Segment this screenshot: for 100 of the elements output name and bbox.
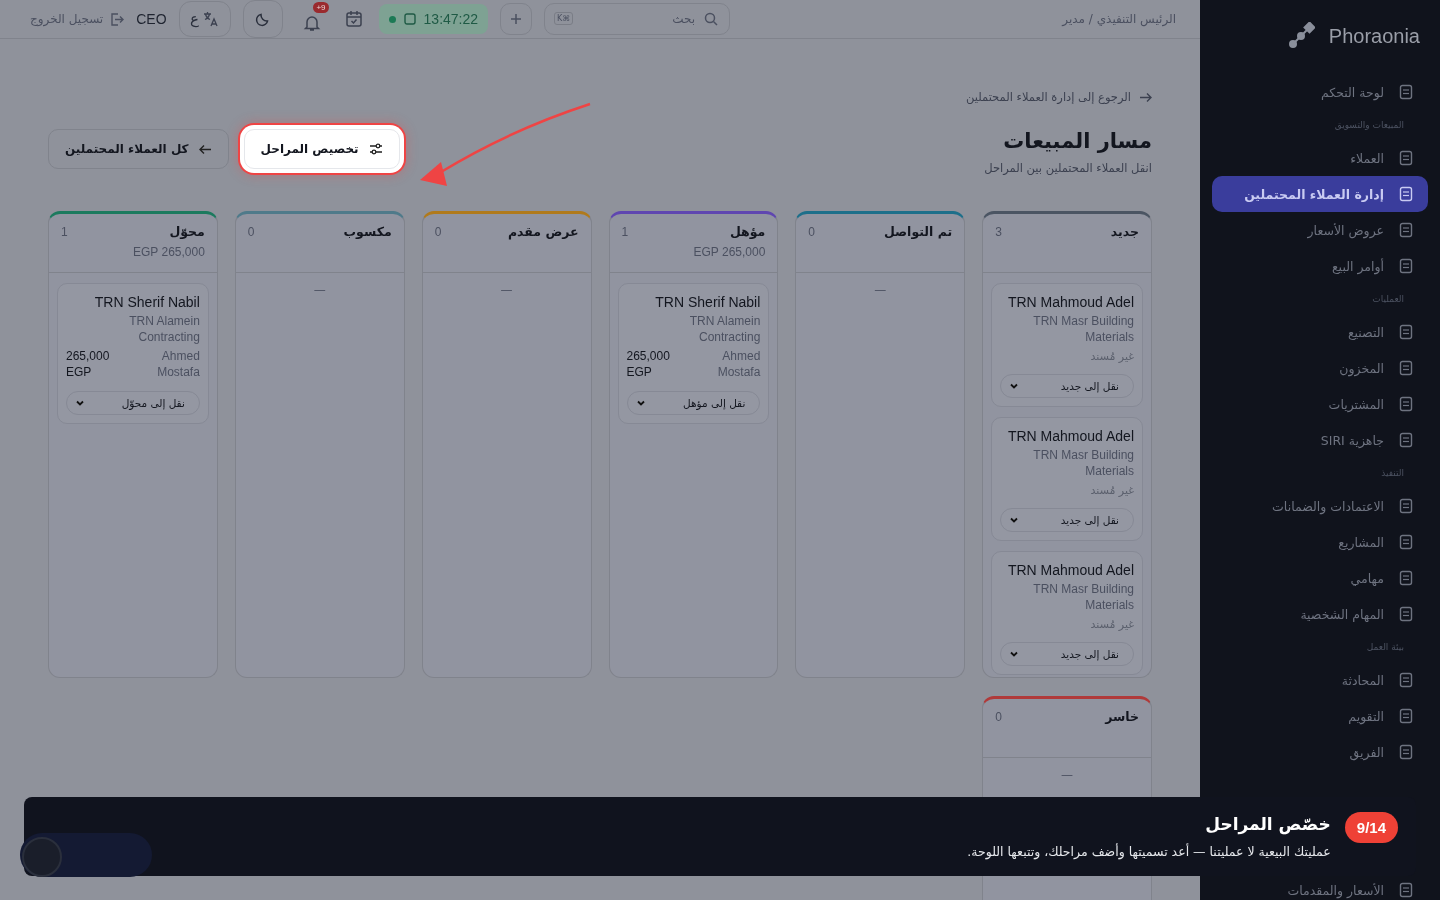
assignee-label: غير مُسند <box>1089 618 1134 631</box>
logo-icon <box>1286 22 1315 50</box>
notifications-button[interactable]: +9 <box>294 2 329 36</box>
page-icon <box>1398 432 1414 448</box>
sidebar-item[interactable]: لوحة التحكم <box>1212 74 1428 110</box>
stage-title: تم التواصل <box>883 224 953 239</box>
stage-count: 3 <box>995 224 1002 239</box>
stage-title: محوّل <box>169 224 205 239</box>
sidebar-item[interactable]: المشاريع <box>1212 524 1428 560</box>
bell-icon <box>302 14 321 32</box>
sidebar-item[interactable]: عروض الأسعار <box>1212 212 1428 248</box>
page-icon <box>1398 534 1414 550</box>
chevron-icon <box>635 398 646 408</box>
page-icon <box>1398 84 1414 100</box>
empty-marker: — <box>1060 768 1075 782</box>
chevron-icon <box>1009 381 1020 391</box>
page-icon <box>1398 570 1414 586</box>
move-select[interactable]: نقل إلى مؤهل <box>626 391 761 415</box>
square-icon <box>403 13 416 25</box>
section-label: بيئة العمل <box>1365 641 1405 654</box>
chevron-icon <box>1009 649 1020 659</box>
page-icon <box>1398 360 1414 376</box>
page-icon <box>1398 150 1414 166</box>
shortcut-hint: K⌘ <box>554 12 574 25</box>
logout-link[interactable]: تسجيل الخروج <box>30 11 125 27</box>
sidebar-item[interactable]: المحادثة <box>1212 662 1428 698</box>
deal-amount: 265,000 EGP <box>626 348 671 380</box>
stage-title: مؤهل <box>729 224 766 239</box>
company-name: TRN Masr Building Materials <box>1032 447 1134 479</box>
sidebar-item[interactable]: أوامر البيع <box>1212 248 1428 284</box>
company-name: TRN Alamein Contracting <box>688 313 761 345</box>
lead-name: TRN Mahmoud Adel <box>1006 428 1134 444</box>
search-icon <box>704 12 719 26</box>
sidebar-item[interactable]: الاعتمادات والضمانات <box>1212 488 1428 524</box>
back-link[interactable]: الرجوع إلى إدارة العملاء المحتملين <box>48 87 1152 107</box>
stage-total: EGP 265,000 <box>692 245 766 259</box>
move-select[interactable]: نقل إلى جديد <box>1000 374 1134 398</box>
plus-icon <box>509 12 524 26</box>
notification-count: +9 <box>313 2 329 13</box>
stage-count: 0 <box>247 224 255 239</box>
language-button[interactable]: ع <box>178 1 231 37</box>
sidebar-item[interactable]: التقويم <box>1212 698 1428 734</box>
sidebar-item[interactable]: العملاء <box>1212 140 1428 176</box>
move-select[interactable]: نقل إلى جديد <box>1000 508 1134 532</box>
stage-title: عرض مقدم <box>507 224 579 239</box>
page-icon <box>1398 744 1414 760</box>
sidebar-item[interactable]: الفريق <box>1212 734 1428 770</box>
add-button[interactable] <box>500 3 533 35</box>
page-icon <box>1398 606 1414 622</box>
sidebar-item[interactable]: المشتريات <box>1212 386 1428 422</box>
page-icon <box>1398 258 1414 274</box>
sidebar-item[interactable]: الأسعار والمقدمات <box>1212 872 1428 900</box>
empty-marker: — <box>499 283 514 297</box>
sidebar-item[interactable]: مهامي <box>1212 560 1428 596</box>
company-name: TRN Masr Building Materials <box>1032 581 1134 613</box>
clock-time: 13:47:22 <box>423 11 479 27</box>
company-name: TRN Masr Building Materials <box>1032 313 1134 345</box>
user-role: CEO <box>136 11 167 27</box>
owner-name: Ahmed Mostafa <box>156 348 200 380</box>
chat-launcher[interactable] <box>20 833 152 877</box>
status-dot <box>388 15 396 23</box>
tour-body: عمليتك البيعية لا عمليتنا — أعد تسميتها وأضف مراحلك، وتتبعها اللوحة. <box>967 844 1331 859</box>
tour-title: خصّص المراحل <box>1204 814 1331 834</box>
lead-name: TRN Mahmoud Adel <box>1006 562 1134 578</box>
stage-title: مكسوب <box>343 224 392 239</box>
sliders-icon <box>368 142 383 156</box>
stage-count: 1 <box>621 224 629 239</box>
lead-name: TRN Sherif Nabil <box>93 294 200 310</box>
stage-title: خاسر <box>1105 709 1139 724</box>
move-select[interactable]: نقل إلى جديد <box>1000 642 1134 666</box>
stage-total: EGP 265,000 <box>132 245 205 259</box>
translate-icon <box>203 11 220 27</box>
page-icon <box>1398 186 1414 202</box>
chevron-icon <box>1009 515 1020 525</box>
breadcrumb: الرئيس التنفيذي / مدير <box>1062 12 1176 26</box>
sidebar-item[interactable]: التصنيع <box>1212 314 1428 350</box>
sidebar-item[interactable]: المخزون <box>1212 350 1428 386</box>
page-icon <box>1398 498 1414 514</box>
stage-count: 0 <box>995 709 1002 724</box>
theme-toggle[interactable] <box>242 0 283 38</box>
stage-title: جديد <box>1110 224 1139 239</box>
section-label: العمليات <box>1371 293 1405 306</box>
page-icon <box>1398 396 1414 412</box>
deal-amount: 265,000 EGP <box>66 348 111 380</box>
all-leads-button[interactable]: كل العملاء المحتملين <box>48 129 229 169</box>
moon-icon <box>254 11 271 27</box>
step-badge: 9/14 <box>1344 812 1398 843</box>
section-label: المبيعات والتسويق <box>1333 119 1405 132</box>
page-icon <box>1398 222 1414 238</box>
lead-name: TRN Mahmoud Adel <box>1006 294 1134 310</box>
empty-marker: — <box>312 283 327 297</box>
owner-name: Ahmed Mostafa <box>716 348 761 380</box>
assignee-label: غير مُسند <box>1089 484 1134 497</box>
stage-count: 0 <box>808 224 816 239</box>
page-subtitle: انقل العملاء المحتملين بين المراحل <box>984 161 1152 175</box>
move-select[interactable]: نقل إلى محوّل <box>66 391 200 415</box>
sidebar-item[interactable]: جاهزية SIRI <box>1212 422 1428 458</box>
sidebar-item[interactable]: إدارة العملاء المحتملين <box>1212 176 1428 212</box>
sidebar-item[interactable]: المهام الشخصية <box>1212 596 1428 632</box>
company-name: TRN Alamein Contracting <box>128 313 200 345</box>
